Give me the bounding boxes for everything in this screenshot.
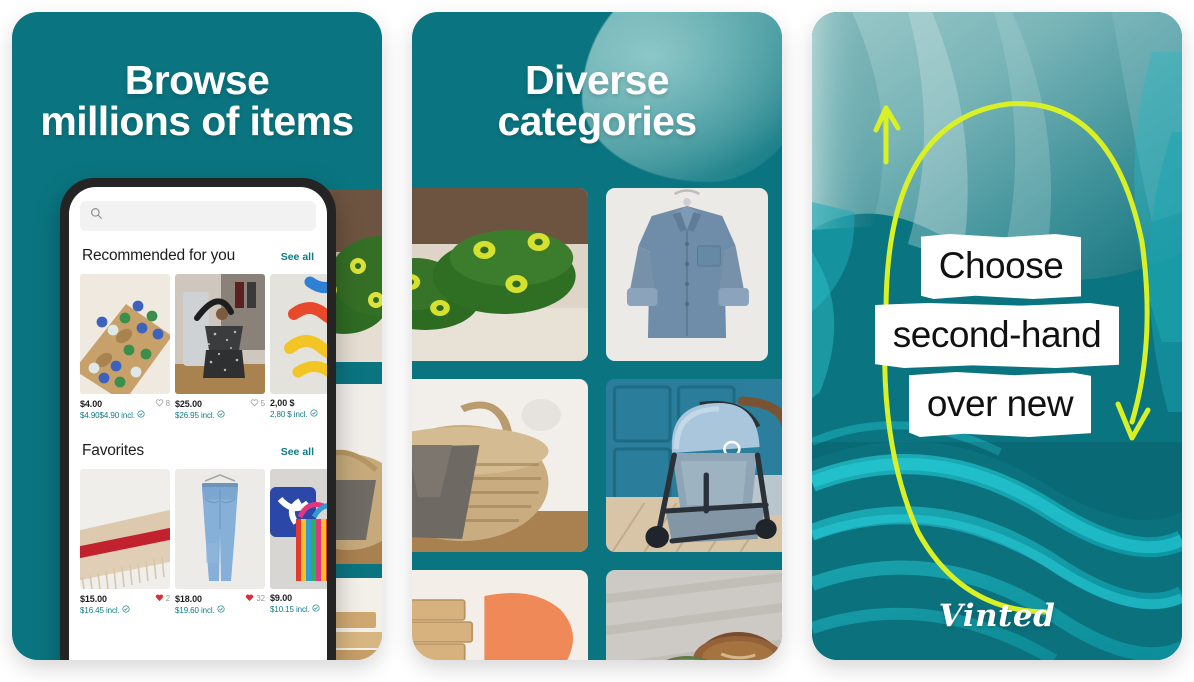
product-card[interactable]: $15.00 2 $16.45 incl. bbox=[80, 469, 170, 615]
category-tile-wooden-blocks[interactable] bbox=[412, 570, 588, 660]
vinted-brand-logo: Vinted bbox=[938, 598, 1056, 634]
product-row-favorites: $15.00 2 $16.45 incl. $18.00 32 $19.60 i… bbox=[80, 469, 327, 615]
see-all-link-recommended[interactable]: See all bbox=[281, 251, 314, 263]
product-card[interactable]: $4.00 8 $4.90$4.90 incl. bbox=[80, 274, 170, 420]
product-card[interactable]: 2,00 $ 2,80 $ incl. bbox=[270, 274, 327, 420]
product-card[interactable]: $9.00 $10.15 incl. bbox=[270, 469, 327, 615]
product-price: $4.00 bbox=[80, 398, 103, 409]
buyer-protection-icon bbox=[137, 410, 145, 420]
buyer-protection-icon bbox=[312, 604, 320, 614]
product-price-incl: $26.95 incl. bbox=[175, 410, 215, 420]
product-image-striped-tote bbox=[270, 469, 327, 589]
product-image-mancala bbox=[80, 274, 170, 394]
panel-1-headline: Browse millions of items bbox=[40, 57, 354, 144]
buyer-protection-icon bbox=[217, 410, 225, 420]
product-image-mom-jeans bbox=[175, 469, 265, 589]
like-count: 8 bbox=[165, 399, 170, 408]
product-price-incl: $4.90$4.90 incl. bbox=[80, 410, 135, 420]
product-image-squiggle-toys bbox=[270, 274, 327, 394]
product-row-recommended: $4.00 8 $4.90$4.90 incl. $25.00 5 $26.95… bbox=[80, 274, 327, 420]
product-price-incl: $16.45 incl. bbox=[80, 605, 120, 615]
product-price: $25.00 bbox=[175, 398, 202, 409]
app-store-screenshot-gallery: Browse millions of items Recommended for… bbox=[0, 0, 1194, 682]
search-icon bbox=[90, 207, 103, 225]
product-price: 2,00 $ bbox=[270, 398, 295, 408]
product-price: $15.00 bbox=[80, 593, 107, 604]
product-meta: $9.00 $10.15 incl. bbox=[270, 589, 327, 614]
panel-2-headline: Diverse categories bbox=[497, 57, 697, 144]
heart-filled-icon bbox=[155, 593, 164, 604]
category-grid bbox=[412, 188, 782, 660]
like-count: 5 bbox=[260, 399, 265, 408]
product-meta: $4.00 8 $4.90$4.90 incl. bbox=[80, 394, 170, 420]
heart-filled-icon bbox=[245, 593, 254, 604]
section-header-recommended: Recommended for you See all bbox=[82, 247, 314, 265]
product-meta: $15.00 2 $16.45 incl. bbox=[80, 589, 170, 615]
heart-outline-icon bbox=[250, 398, 259, 409]
product-meta: $18.00 32 $19.60 incl. bbox=[175, 589, 265, 615]
section-title: Recommended for you bbox=[82, 247, 236, 264]
category-tile-denim-shirt[interactable] bbox=[606, 188, 768, 361]
product-image-fringed-scarf bbox=[80, 469, 170, 589]
slogan-line-2: second-hand bbox=[874, 303, 1120, 368]
product-price-incl: $19.60 incl. bbox=[175, 605, 215, 615]
phone-mockup: Recommended for you See all $4.00 8 $4.9… bbox=[60, 178, 336, 660]
search-input[interactable] bbox=[80, 201, 316, 231]
like-count: 32 bbox=[256, 594, 265, 603]
product-price-incl: 2,80 $ incl. bbox=[270, 409, 308, 419]
like-counter[interactable]: 32 bbox=[245, 593, 265, 604]
product-price-incl: $10.15 incl. bbox=[270, 604, 310, 614]
promo-panel-second-hand: Choose second-hand over new Vinted bbox=[812, 12, 1182, 660]
promo-panel-categories: Diverse categories bbox=[412, 12, 782, 660]
category-tile-green-clogs[interactable] bbox=[412, 188, 588, 361]
slogan-block: Choose second-hand over new bbox=[812, 234, 1182, 437]
product-price: $9.00 bbox=[270, 593, 293, 603]
slogan-line-3: over new bbox=[908, 372, 1092, 437]
promo-panel-browse: Browse millions of items Recommended for… bbox=[12, 12, 382, 660]
buyer-protection-icon bbox=[122, 605, 130, 615]
category-tile-baby-stroller[interactable] bbox=[606, 379, 782, 552]
category-tile-ceramic-bowls[interactable] bbox=[606, 570, 782, 660]
buyer-protection-icon bbox=[309, 409, 318, 419]
product-price: $18.00 bbox=[175, 593, 202, 604]
category-tile-woven-basket[interactable] bbox=[412, 379, 588, 552]
product-card[interactable]: $25.00 5 $26.95 incl. bbox=[175, 274, 265, 420]
phone-screen: Recommended for you See all $4.00 8 $4.9… bbox=[69, 187, 327, 660]
section-header-favorites: Favorites See all bbox=[82, 442, 314, 460]
see-all-link-favorites[interactable]: See all bbox=[281, 446, 314, 458]
like-counter[interactable]: 2 bbox=[155, 593, 170, 604]
like-count: 2 bbox=[165, 594, 170, 603]
heart-outline-icon bbox=[155, 398, 164, 409]
slogan-line-1: Choose bbox=[920, 234, 1082, 299]
like-counter[interactable]: 8 bbox=[155, 398, 170, 409]
product-card[interactable]: $18.00 32 $19.60 incl. bbox=[175, 469, 265, 615]
like-counter[interactable]: 5 bbox=[250, 398, 265, 409]
product-image-moka-pot bbox=[175, 274, 265, 394]
section-title: Favorites bbox=[82, 442, 144, 459]
product-meta: $25.00 5 $26.95 incl. bbox=[175, 394, 265, 420]
buyer-protection-icon bbox=[217, 605, 225, 615]
product-meta: 2,00 $ 2,80 $ incl. bbox=[270, 394, 327, 419]
